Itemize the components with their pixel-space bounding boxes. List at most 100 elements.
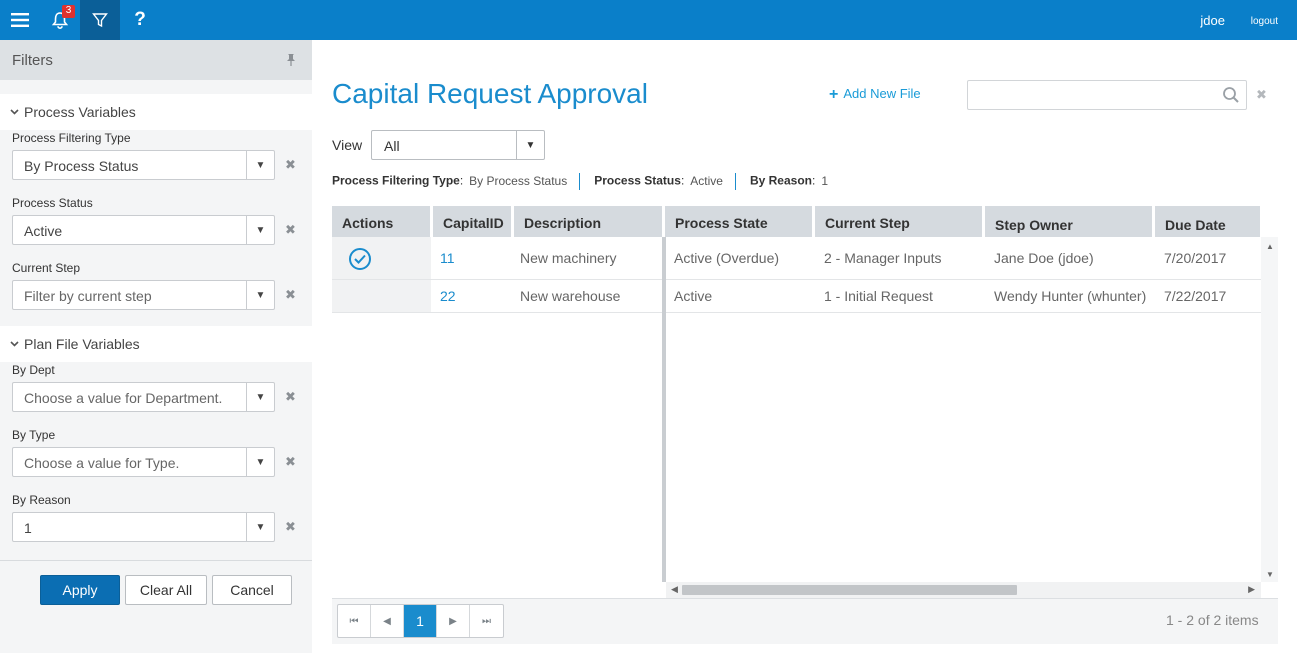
process-variables-section[interactable]: Process Variables — [0, 94, 312, 130]
by-reason-select[interactable]: 1 ▼ — [12, 512, 275, 542]
caret-down-icon[interactable]: ▼ — [246, 151, 274, 179]
help-button[interactable]: ? — [120, 0, 160, 40]
clear-process-status-icon[interactable]: ✖ — [285, 222, 296, 238]
select-value: Active — [24, 223, 63, 239]
view-select[interactable]: All ▼ — [371, 130, 545, 160]
add-new-file-label: Add New File — [843, 86, 921, 101]
column-header-current-step[interactable]: Current Step — [815, 206, 982, 237]
current-step-label: Current Step — [12, 261, 81, 275]
notification-badge: 3 — [62, 5, 75, 18]
data-grid: Actions CapitalID Description Process St… — [332, 206, 1278, 598]
clear-by-reason-icon[interactable]: ✖ — [285, 519, 296, 535]
select-value: 1 — [24, 520, 32, 536]
clear-by-type-icon[interactable]: ✖ — [285, 454, 296, 470]
process-status-select[interactable]: Active ▼ — [12, 215, 275, 245]
clear-all-button[interactable]: Clear All — [125, 575, 207, 605]
add-new-file-button[interactable]: + Add New File — [829, 86, 921, 104]
search-icon[interactable] — [1222, 86, 1240, 109]
column-header-step-owner[interactable]: Step Owner — [985, 206, 1152, 237]
column-header-process-state[interactable]: Process State — [665, 206, 812, 237]
vertical-scrollbar[interactable]: ▲ ▼ — [1261, 237, 1278, 582]
current-step-cell: 2 - Manager Inputs — [824, 250, 942, 266]
scroll-down-icon[interactable]: ▼ — [1266, 570, 1274, 579]
last-page-icon[interactable]: ⏭ — [470, 605, 503, 637]
plus-icon: + — [829, 86, 839, 103]
caret-down-icon[interactable]: ▼ — [516, 131, 544, 159]
step-owner-cell: Wendy Hunter (whunter) — [994, 288, 1147, 304]
prev-page-icon[interactable]: ◀ — [371, 605, 404, 637]
search-input[interactable] — [967, 80, 1247, 110]
select-value: All — [384, 138, 400, 154]
scroll-right-icon[interactable]: ▶ — [1248, 584, 1255, 595]
horizontal-scrollbar[interactable]: ◀ ▶ — [666, 582, 1261, 598]
process-state-cell: Active (Overdue) — [674, 250, 780, 266]
menu-icon[interactable] — [0, 0, 40, 40]
divider — [579, 173, 581, 190]
current-step-select[interactable]: Filter by current step ▼ — [12, 280, 275, 310]
description-cell: New warehouse — [520, 288, 621, 304]
caret-down-icon[interactable]: ▼ — [246, 216, 274, 244]
clear-filtering-type-icon[interactable]: ✖ — [285, 157, 296, 173]
pin-icon[interactable] — [286, 53, 296, 69]
column-header-capitalid[interactable]: CapitalID — [433, 206, 511, 237]
frozen-splitter[interactable] — [662, 237, 666, 582]
divider — [0, 560, 312, 561]
scroll-thumb[interactable] — [682, 585, 1017, 595]
description-cell: New machinery — [520, 250, 617, 266]
select-value: By Process Status — [24, 158, 139, 174]
by-type-select[interactable]: Choose a value for Type. ▼ — [12, 447, 275, 477]
filters-title: Filters — [12, 52, 53, 69]
capital-id-link[interactable]: 11 — [440, 250, 455, 266]
capital-id-link[interactable]: 22 — [440, 288, 456, 304]
caret-down-icon[interactable]: ▼ — [246, 513, 274, 541]
step-owner-cell: Jane Doe (jdoe) — [994, 250, 1094, 266]
filter-icon — [92, 13, 108, 28]
cancel-button[interactable]: Cancel — [212, 575, 292, 605]
scroll-left-icon[interactable]: ◀ — [671, 584, 678, 595]
caret-down-icon[interactable]: ▼ — [246, 281, 274, 309]
by-reason-label: By Reason — [12, 493, 71, 507]
filter-summary-label: Process Status — [594, 173, 681, 188]
first-page-icon[interactable]: ⏮ — [338, 605, 371, 637]
column-header-due-date[interactable]: Due Date — [1155, 206, 1260, 237]
filter-summary-value: By Process Status — [469, 173, 568, 188]
top-bar: 3 ? jdoe logout — [0, 0, 1297, 40]
row-divider — [332, 279, 1261, 280]
plan-file-variables-section[interactable]: Plan File Variables — [0, 326, 312, 362]
section-label: Plan File Variables — [24, 336, 140, 352]
checkmark-circle-icon[interactable] — [349, 248, 371, 270]
process-state-cell: Active — [674, 288, 713, 304]
by-dept-label: By Dept — [12, 363, 55, 377]
page-number-button[interactable]: 1 — [404, 605, 437, 637]
column-header-description[interactable]: Description — [514, 206, 662, 237]
caret-down-icon[interactable]: ▼ — [246, 383, 274, 411]
active-filters-summary: Process Filtering Type: By Process Status… — [332, 173, 828, 190]
due-date-cell: 7/22/2017 — [1164, 288, 1227, 304]
filter-toggle-button[interactable] — [80, 0, 120, 40]
filter-summary-label: Process Filtering Type — [332, 173, 460, 188]
current-step-cell: 1 - Initial Request — [824, 288, 933, 304]
clear-search-icon[interactable]: ✖ — [1256, 87, 1267, 103]
clear-by-dept-icon[interactable]: ✖ — [285, 389, 296, 405]
items-summary: 1 - 2 of 2 items — [1166, 612, 1259, 628]
notifications-button[interactable]: 3 — [40, 0, 80, 40]
select-placeholder: Choose a value for Department. — [24, 390, 223, 406]
filter-summary-label: By Reason — [749, 173, 812, 188]
filters-panel: Filters Process Variables Process Filter… — [0, 40, 312, 653]
column-header-actions[interactable]: Actions — [332, 206, 430, 237]
caret-down-icon[interactable]: ▼ — [246, 448, 274, 476]
next-page-icon[interactable]: ▶ — [437, 605, 470, 637]
pagination: ⏮ ◀ 1 ▶ ⏭ — [337, 604, 504, 638]
scroll-up-icon[interactable]: ▲ — [1266, 242, 1274, 251]
process-status-label: Process Status — [12, 196, 93, 210]
clear-current-step-icon[interactable]: ✖ — [285, 287, 296, 303]
filters-header: Filters — [0, 40, 312, 80]
page-title: Capital Request Approval — [332, 78, 648, 109]
apply-button[interactable]: Apply — [40, 575, 120, 605]
divider — [734, 173, 736, 190]
username[interactable]: jdoe — [1200, 13, 1225, 28]
filtering-type-select[interactable]: By Process Status ▼ — [12, 150, 275, 180]
logout-link[interactable]: logout — [1251, 16, 1278, 27]
row-divider — [332, 312, 1261, 313]
by-dept-select[interactable]: Choose a value for Department. ▼ — [12, 382, 275, 412]
